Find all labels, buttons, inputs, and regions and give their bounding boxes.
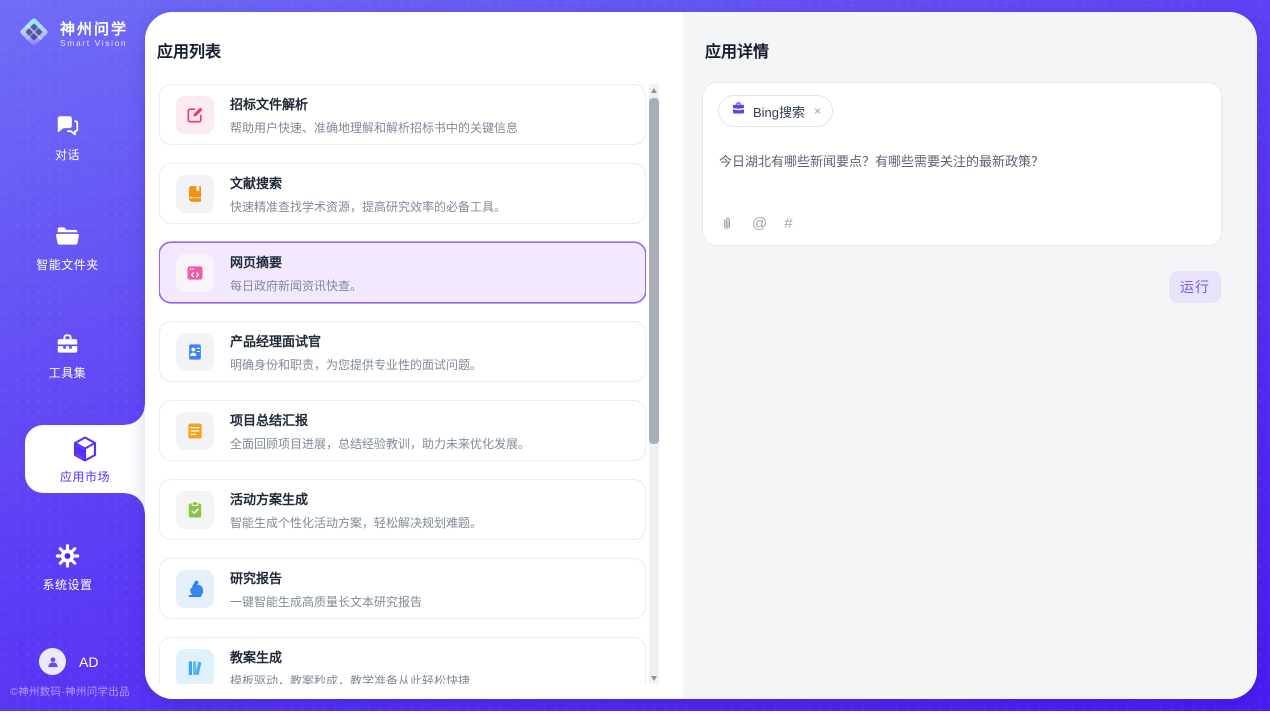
query-input[interactable]: 今日湖北有哪些新闻要点？有哪些需要关注的最新政策？ bbox=[719, 152, 1205, 171]
app-window: 神州问学 Smart Vision 对话 智能文件夹 bbox=[0, 0, 1270, 711]
sidebar-item-toolset[interactable]: 工具集 bbox=[0, 331, 135, 381]
sidebar-item-settings[interactable]: 系统设置 bbox=[0, 543, 135, 593]
sidebar-item-chat[interactable]: 对话 bbox=[0, 113, 135, 163]
sidebar-item-label: 智能文件夹 bbox=[0, 256, 135, 273]
cube-icon bbox=[25, 434, 145, 464]
brand-logo: 神州问学 Smart Vision bbox=[15, 13, 128, 56]
edit-icon bbox=[176, 96, 214, 134]
person-icon bbox=[45, 654, 61, 670]
app-description: 快速精准查找学术资源，提高研究效率的必备工具。 bbox=[230, 198, 506, 215]
book-icon bbox=[176, 175, 214, 213]
app-description: 每日政府新闻资讯快查。 bbox=[230, 277, 362, 294]
app-card[interactable]: 文献搜索 快速精准查找学术资源，提高研究效率的必备工具。 bbox=[159, 163, 646, 224]
sidebar-item-label: 系统设置 bbox=[0, 576, 135, 593]
app-name: 活动方案生成 bbox=[230, 489, 482, 508]
brand-subtitle: Smart Vision bbox=[60, 38, 128, 48]
tool-chip-bing-search[interactable]: Bing搜索 × bbox=[718, 95, 833, 127]
app-card[interactable]: 研究报告 一键智能生成高质量长文本研究报告 bbox=[159, 558, 646, 619]
app-list-panel: 应用列表 招标文件解析 帮助用户快速、准确地理解和解析招标书中的关键信息 文献搜… bbox=[145, 12, 683, 699]
browser-code-icon bbox=[176, 254, 214, 292]
app-name: 网页摘要 bbox=[230, 252, 362, 271]
folder-icon bbox=[0, 223, 135, 249]
sidebar-item-app-market[interactable]: 应用市场 bbox=[25, 425, 145, 493]
app-description: 一键智能生成高质量长文本研究报告 bbox=[230, 593, 422, 610]
app-name: 产品经理面试官 bbox=[230, 331, 482, 350]
app-description: 智能生成个性化活动方案，轻松解决规划难题。 bbox=[230, 514, 482, 531]
sidebar-item-label: 工具集 bbox=[0, 364, 135, 381]
app-card[interactable]: 招标文件解析 帮助用户快速、准确地理解和解析招标书中的关键信息 bbox=[159, 84, 646, 145]
query-input-card: Bing搜索 × 今日湖北有哪些新闻要点？有哪些需要关注的最新政策？ @ # bbox=[702, 82, 1222, 246]
microscope-icon bbox=[176, 570, 214, 608]
app-name: 招标文件解析 bbox=[230, 94, 518, 113]
brand-name: 神州问学 bbox=[60, 21, 128, 38]
app-card[interactable]: 教案生成 模板驱动，教案秒成，教学准备从此轻松快捷 bbox=[159, 637, 646, 684]
app-detail-title: 应用详情 bbox=[705, 38, 769, 62]
app-name: 研究报告 bbox=[230, 568, 422, 587]
app-detail-panel: 应用详情 Bing搜索 × 今日湖北有哪些新闻要点？有哪些需要关注的最新政策？ bbox=[683, 12, 1257, 699]
run-button[interactable]: 运行 bbox=[1169, 271, 1221, 303]
scrollbar-thumb[interactable] bbox=[649, 98, 659, 444]
chip-close-icon[interactable]: × bbox=[814, 104, 821, 118]
app-name: 教案生成 bbox=[230, 647, 470, 666]
app-list: 招标文件解析 帮助用户快速、准确地理解和解析招标书中的关键信息 文献搜索 快速精… bbox=[159, 84, 646, 684]
diamond-logo-icon bbox=[15, 13, 53, 56]
app-card[interactable]: 产品经理面试官 明确身份和职责，为您提供专业性的面试问题。 bbox=[159, 321, 646, 382]
user-account[interactable]: AD bbox=[39, 648, 98, 675]
clipboard-icon bbox=[176, 491, 214, 529]
app-description: 全面回顾项目进展，总结经验教训，助力未来优化发展。 bbox=[230, 435, 530, 452]
app-list-scrollbar[interactable] bbox=[649, 84, 659, 684]
app-card[interactable]: 网页摘要 每日政府新闻资讯快查。 bbox=[159, 242, 646, 303]
sidebar-item-label: 应用市场 bbox=[25, 468, 145, 485]
books-icon bbox=[176, 649, 214, 685]
user-name: AD bbox=[79, 654, 98, 670]
sidebar: 神州问学 Smart Vision 对话 智能文件夹 bbox=[0, 0, 145, 711]
app-name: 项目总结汇报 bbox=[230, 410, 530, 429]
at-icon[interactable]: @ bbox=[752, 216, 767, 232]
attachment-toolbar: @ # bbox=[719, 215, 793, 232]
app-description: 明确身份和职责，为您提供专业性的面试问题。 bbox=[230, 356, 482, 373]
tool-chip-label: Bing搜索 bbox=[753, 102, 805, 121]
app-name: 文献搜索 bbox=[230, 173, 506, 192]
avatar bbox=[39, 648, 66, 675]
app-card[interactable]: 项目总结汇报 全面回顾项目进展，总结经验教训，助力未来优化发展。 bbox=[159, 400, 646, 461]
note-icon bbox=[176, 412, 214, 450]
sidebar-item-smart-folder[interactable]: 智能文件夹 bbox=[0, 223, 135, 273]
app-card[interactable]: 活动方案生成 智能生成个性化活动方案，轻松解决规划难题。 bbox=[159, 479, 646, 540]
chat-icon bbox=[0, 113, 135, 139]
gear-icon bbox=[0, 543, 135, 569]
briefcase-icon bbox=[731, 101, 746, 121]
scroll-down-arrow-icon[interactable] bbox=[649, 672, 659, 684]
sidebar-item-label: 对话 bbox=[0, 146, 135, 163]
interview-icon bbox=[176, 333, 214, 371]
main-content: 应用列表 招标文件解析 帮助用户快速、准确地理解和解析招标书中的关键信息 文献搜… bbox=[145, 12, 1257, 699]
hash-icon[interactable]: # bbox=[784, 216, 792, 232]
app-description: 帮助用户快速、准确地理解和解析招标书中的关键信息 bbox=[230, 119, 518, 136]
toolbox-icon bbox=[0, 331, 135, 357]
app-list-title: 应用列表 bbox=[157, 38, 221, 62]
paperclip-icon[interactable] bbox=[719, 215, 735, 232]
app-description: 模板驱动，教案秒成，教学准备从此轻松快捷 bbox=[230, 672, 470, 685]
scroll-up-arrow-icon[interactable] bbox=[649, 84, 659, 96]
copyright-footer: ©神州数码·神州问学出品 bbox=[0, 684, 140, 699]
